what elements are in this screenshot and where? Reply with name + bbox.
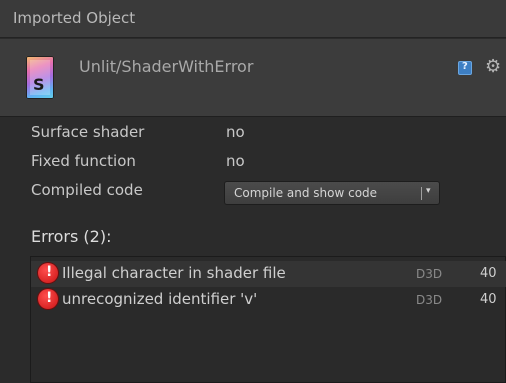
error-line-number: 40 [480, 292, 497, 307]
inspector-panel: Imported Object S Unlit/ShaderWithError … [0, 0, 506, 383]
shader-icon-letter: S [33, 75, 45, 94]
dropdown-separator [421, 187, 422, 200]
compile-dropdown-label: Compile and show code [234, 186, 378, 200]
errors-heading: Errors (2): [31, 227, 112, 246]
error-line-number: 40 [480, 266, 497, 281]
help-glyph: ? [462, 61, 468, 72]
error-icon: ! [38, 263, 58, 283]
error-message: Illegal character in shader file [62, 264, 286, 282]
asset-name: Unlit/ShaderWithError [79, 57, 254, 76]
fixed-function-label: Fixed function [31, 152, 136, 170]
error-icon: ! [38, 289, 58, 309]
fixed-function-value: no [226, 152, 245, 170]
error-icon-glyph: ! [46, 264, 53, 280]
error-row[interactable]: ! Illegal character in shader file D3D 4… [31, 261, 506, 287]
surface-shader-label: Surface shader [31, 123, 145, 141]
shader-file-icon: S [26, 56, 54, 99]
compile-and-show-code-dropdown[interactable]: Compile and show code ▾ [224, 181, 440, 205]
title-bar: Imported Object [0, 0, 506, 38]
compiled-code-label: Compiled code [31, 181, 143, 199]
chevron-down-icon[interactable]: ▾ [426, 186, 431, 196]
error-message: unrecognized identifier 'v' [62, 290, 258, 308]
error-platform: D3D [416, 293, 443, 307]
help-book-icon[interactable]: ? [458, 61, 472, 75]
errors-list: ! Illegal character in shader file D3D 4… [30, 256, 506, 383]
window-title: Imported Object [13, 9, 136, 27]
error-icon-glyph: ! [46, 290, 53, 306]
gear-icon[interactable]: ⚙ [485, 56, 501, 77]
asset-header: S Unlit/ShaderWithError ? ⚙ [0, 39, 506, 117]
error-row[interactable]: ! unrecognized identifier 'v' D3D 40 [31, 287, 506, 313]
surface-shader-value: no [226, 123, 245, 141]
error-platform: D3D [416, 267, 443, 281]
